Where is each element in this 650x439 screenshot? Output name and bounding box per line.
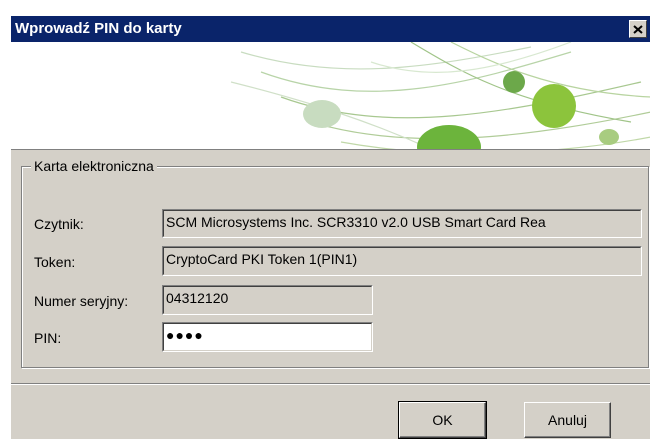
separator: [11, 383, 650, 385]
serial-field: 04312120: [162, 285, 373, 315]
title-bar: Wprowadź PIN do karty: [11, 16, 650, 42]
token-field: CryptoCard PKI Token 1(PIN1): [162, 246, 642, 276]
token-label: Token:: [34, 254, 76, 270]
group-legend: Karta elektroniczna: [31, 157, 157, 175]
cancel-button[interactable]: Anuluj: [524, 402, 611, 438]
ok-button[interactable]: OK: [398, 401, 487, 439]
pin-label: PIN:: [34, 330, 62, 346]
close-icon: [633, 24, 643, 34]
reader-field: SCM Microsystems Inc. SCR3310 v2.0 USB S…: [162, 209, 642, 238]
reader-label: Czytnik:: [34, 216, 84, 232]
close-button[interactable]: [629, 20, 647, 38]
pin-dialog: Wprowadź PIN do karty Karta elektroniczn…: [10, 16, 650, 439]
serial-value: 04312120: [166, 290, 229, 306]
token-value: CryptoCard PKI Token 1(PIN1): [166, 251, 358, 267]
window-title: Wprowadź PIN do karty: [15, 20, 182, 37]
pin-input[interactable]: ●●●●: [162, 322, 373, 352]
reader-value: SCM Microsystems Inc. SCR3310 v2.0 USB S…: [166, 214, 546, 230]
banner: [11, 42, 650, 150]
pin-value: ●●●●: [166, 327, 204, 343]
green-swoosh-banner: [230, 42, 650, 149]
serial-label: Numer seryjny:: [34, 293, 129, 309]
